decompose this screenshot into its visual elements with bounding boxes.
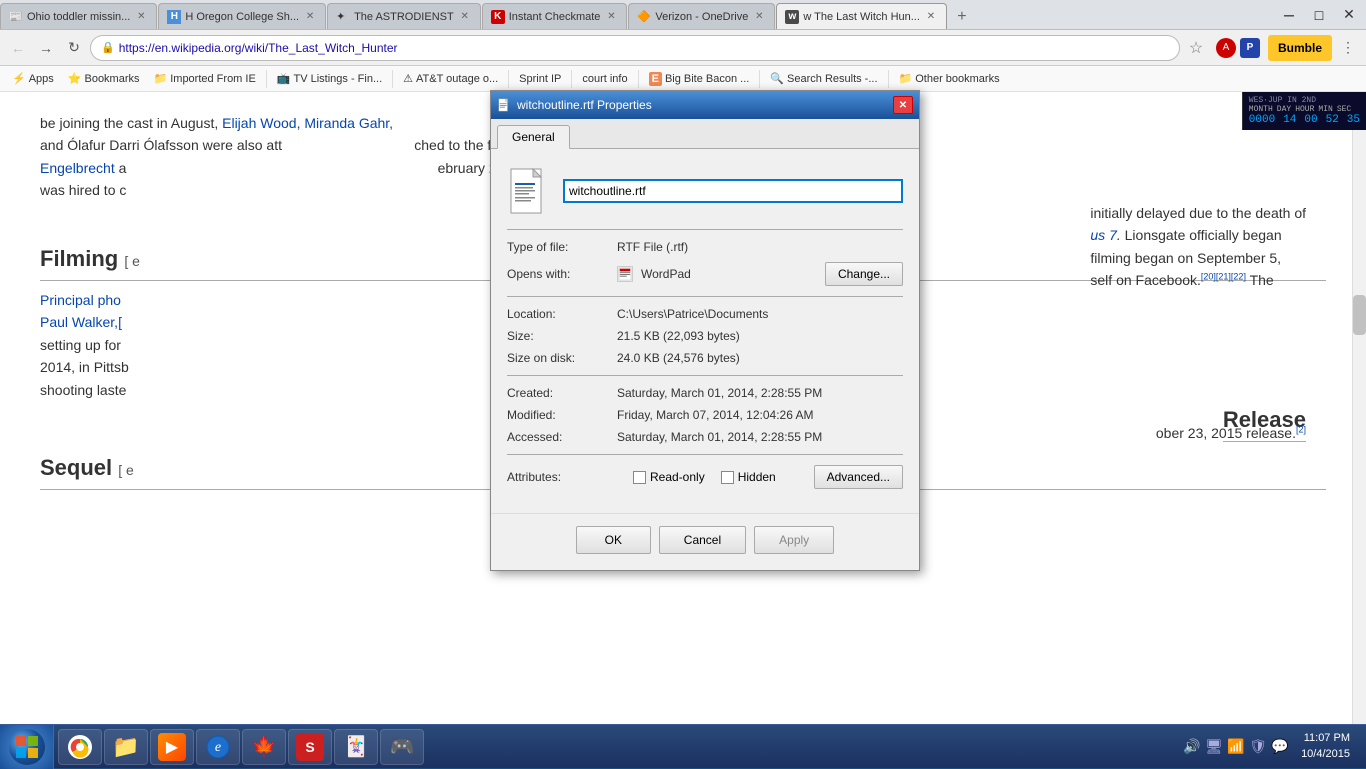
system-time: 11:07 PM 10/4/2015 [1293, 731, 1358, 762]
dialog-overlay: witchoutline.rtf Properties ✕ General [0, 0, 1366, 768]
taskbar-media[interactable]: ▶ [150, 729, 194, 765]
created-label: Created: [507, 386, 617, 400]
created-value: Saturday, March 01, 2014, 2:28:55 PM [617, 386, 903, 400]
location-value: C:\Users\Patrice\Documents [617, 307, 903, 321]
size-on-disk-value: 24.0 KB (24,576 bytes) [617, 351, 903, 365]
time-display: 11:07 PM [1301, 731, 1350, 746]
file-header [507, 165, 903, 217]
start-orb [9, 729, 45, 765]
hidden-checkbox-label[interactable]: Hidden [721, 470, 776, 484]
taskbar-solitaire[interactable]: 🃏 [334, 729, 378, 765]
filename-input[interactable] [563, 179, 903, 203]
dialog-titlebar: witchoutline.rtf Properties ✕ [491, 91, 919, 119]
modified-label: Modified: [507, 408, 617, 422]
readonly-checkbox-label[interactable]: Read-only [633, 470, 705, 484]
app2-icon: 🎮 [388, 733, 416, 761]
maplestory-icon: 🍁 [250, 733, 278, 761]
size-value: 21.5 KB (22,093 bytes) [617, 329, 903, 343]
size-on-disk-label: Size on disk: [507, 351, 617, 365]
readonly-checkbox[interactable] [633, 471, 646, 484]
ie-icon: e [204, 733, 232, 761]
created-row: Created: Saturday, March 01, 2014, 2:28:… [507, 386, 903, 400]
hidden-checkbox[interactable] [721, 471, 734, 484]
media-icon: ▶ [158, 733, 186, 761]
chrome-icon [66, 733, 94, 761]
date-display: 10/4/2015 [1301, 747, 1350, 762]
apply-button[interactable]: Apply [754, 526, 834, 554]
location-label: Location: [507, 307, 617, 321]
modified-row: Modified: Friday, March 07, 2014, 12:04:… [507, 408, 903, 422]
volume-icon[interactable]: 🔊 [1183, 738, 1201, 756]
taskbar: 📁 ▶ e 🍁 S 🃏 🎮 [0, 724, 1366, 768]
type-row: Type of file: RTF File (.rtf) [507, 240, 903, 254]
windows-logo [15, 735, 39, 759]
dialog-title: witchoutline.rtf Properties [517, 98, 887, 112]
wordpad-icon [617, 266, 633, 282]
accessed-label: Accessed: [507, 430, 617, 444]
solitaire-icon: 🃏 [342, 733, 370, 761]
display-icon[interactable]: 🖥 [1205, 738, 1223, 756]
attributes-label: Attributes: [507, 470, 617, 484]
type-value: RTF File (.rtf) [617, 240, 903, 254]
taskbar-explorer[interactable]: 📁 [104, 729, 148, 765]
dialog-close-button[interactable]: ✕ [893, 96, 913, 114]
ok-button[interactable]: OK [576, 526, 651, 554]
cancel-button[interactable]: Cancel [659, 526, 746, 554]
start-button[interactable] [0, 725, 54, 769]
separator4 [507, 454, 903, 455]
opens-content: WordPad Change... [617, 262, 903, 286]
taskbar-items: 📁 ▶ e 🍁 S 🃏 🎮 [54, 729, 1175, 765]
taskbar-ie[interactable]: e [196, 729, 240, 765]
size-on-disk-row: Size on disk: 24.0 KB (24,576 bytes) [507, 351, 903, 365]
security-icon[interactable]: 🛡 [1249, 738, 1267, 756]
dialog-tab-general[interactable]: General [497, 125, 570, 149]
location-row: Location: C:\Users\Patrice\Documents [507, 307, 903, 321]
advanced-button[interactable]: Advanced... [814, 465, 903, 489]
explorer-icon: 📁 [112, 733, 140, 761]
separator2 [507, 296, 903, 297]
taskbar-wps[interactable]: S [288, 729, 332, 765]
rtf-file-icon [509, 167, 549, 215]
size-label: Size: [507, 329, 617, 343]
size-row: Size: 21.5 KB (22,093 bytes) [507, 329, 903, 343]
opens-label: Opens with: [507, 267, 617, 281]
file-properties-dialog: witchoutline.rtf Properties ✕ General [490, 90, 920, 571]
taskbar-chrome[interactable] [58, 729, 102, 765]
separator3 [507, 375, 903, 376]
taskbar-maplestory[interactable]: 🍁 [242, 729, 286, 765]
accessed-row: Accessed: Saturday, March 01, 2014, 2:28… [507, 430, 903, 444]
readonly-label: Read-only [650, 470, 705, 484]
change-button[interactable]: Change... [825, 262, 903, 286]
taskbar-app2[interactable]: 🎮 [380, 729, 424, 765]
wps-icon: S [296, 733, 324, 761]
svg-text:e: e [215, 740, 221, 755]
dialog-body: Type of file: RTF File (.rtf) Opens with… [491, 149, 919, 513]
opens-with-row: Opens with: WordPad Change... [507, 262, 903, 286]
file-icon-wrapper [507, 165, 551, 217]
dialog-footer: OK Cancel Apply [491, 513, 919, 570]
dialog-tabs: General [491, 119, 919, 149]
attributes-row: Attributes: Read-only Hidden Advanced... [507, 465, 903, 489]
separator1 [507, 229, 903, 230]
accessed-value: Saturday, March 01, 2014, 2:28:55 PM [617, 430, 903, 444]
system-tray: 🔊 🖥 📶 🛡 💬 11:07 PM 10/4/2015 [1175, 731, 1366, 762]
modified-value: Friday, March 07, 2014, 12:04:26 AM [617, 408, 903, 422]
opens-app-name: WordPad [641, 267, 817, 281]
file-title-icon [497, 98, 511, 112]
type-label: Type of file: [507, 240, 617, 254]
network-icon[interactable]: 📶 [1227, 738, 1245, 756]
action-center-icon[interactable]: 💬 [1271, 738, 1289, 756]
hidden-label: Hidden [738, 470, 776, 484]
